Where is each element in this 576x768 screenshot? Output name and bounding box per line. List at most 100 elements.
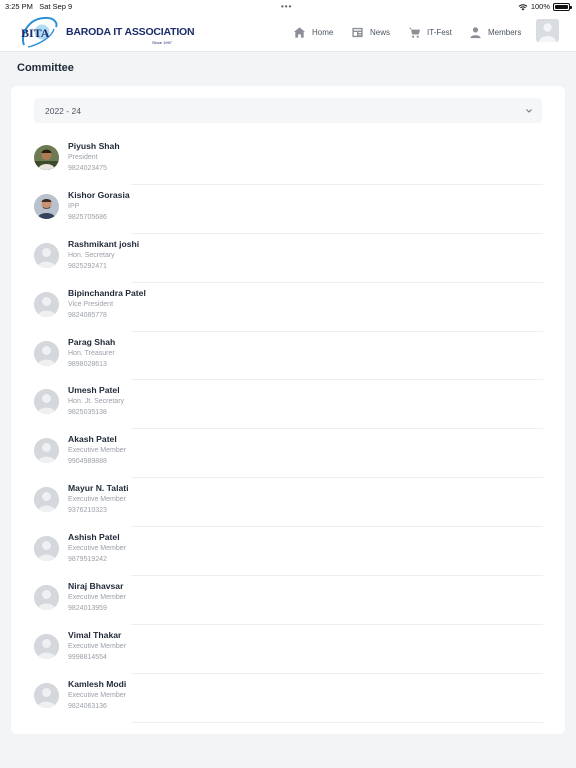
member-row[interactable]: Kamlesh Modi Executive Member 9824063136 bbox=[11, 674, 565, 723]
member-row[interactable]: Rashmikant joshi Hon. Secretary 98252924… bbox=[11, 234, 565, 283]
committee-list: Piyush Shah President 9824023475 Kishor … bbox=[11, 136, 565, 723]
member-name: Rashmikant joshi bbox=[68, 238, 140, 249]
bita-logo[interactable]: BITA BARODA IT ASSOCIATION Since 1997 bbox=[18, 15, 195, 49]
member-row[interactable]: Parag Shah Hon. Treasurer 9898028613 bbox=[11, 332, 565, 381]
year-select-value: 2022 - 24 bbox=[45, 106, 81, 116]
member-phone[interactable]: 9825705686 bbox=[68, 214, 107, 221]
nav-it-fest-label: IT-Fest bbox=[427, 27, 452, 37]
member-avatar bbox=[34, 438, 59, 464]
member-avatar bbox=[34, 242, 59, 268]
member-phone[interactable]: 9824013959 bbox=[68, 605, 107, 612]
member-name: Umesh Patel bbox=[68, 385, 120, 396]
user-placeholder-icon bbox=[34, 487, 59, 513]
user-placeholder-icon bbox=[34, 682, 59, 708]
member-phone[interactable]: 9376210323 bbox=[68, 507, 107, 514]
member-phone[interactable]: 9824023475 bbox=[68, 165, 107, 172]
member-role: Executive Member bbox=[68, 691, 126, 699]
member-row[interactable]: Niraj Bhavsar Executive Member 982401395… bbox=[11, 576, 565, 625]
member-name: Vimal Thakar bbox=[68, 629, 122, 640]
member-row[interactable]: Kishor Gorasia IPP 9825705686 bbox=[11, 185, 565, 234]
brand-name: BARODA IT ASSOCIATION bbox=[66, 26, 195, 38]
nav-home[interactable]: Home bbox=[293, 23, 333, 41]
member-role: Executive Member bbox=[68, 447, 126, 455]
member-row[interactable]: Akash Patel Executive Member 9904989888 bbox=[11, 429, 565, 479]
wifi-icon bbox=[518, 3, 528, 10]
user-placeholder-icon bbox=[34, 389, 59, 415]
profile-avatar[interactable] bbox=[536, 19, 559, 42]
member-avatar bbox=[34, 682, 59, 708]
member-name: Kamlesh Modi bbox=[68, 678, 127, 689]
member-avatar bbox=[34, 585, 59, 611]
member-photo-icon bbox=[34, 193, 59, 219]
member-avatar bbox=[34, 291, 59, 317]
multitasking-dots-icon[interactable]: ••• bbox=[281, 2, 292, 11]
member-role: Executive Member bbox=[68, 642, 126, 650]
nav-news-label: News bbox=[370, 27, 391, 37]
nav-members[interactable]: Members bbox=[469, 23, 521, 41]
member-name: Ashish Patel bbox=[68, 532, 120, 543]
member-role: Hon. Secretary bbox=[68, 251, 115, 259]
row-divider bbox=[131, 721, 543, 723]
user-placeholder-icon bbox=[34, 242, 59, 268]
member-phone[interactable]: 9879519242 bbox=[68, 556, 107, 563]
member-phone[interactable]: 9824085778 bbox=[68, 312, 107, 319]
logo-mark-icon: BITA bbox=[21, 16, 58, 48]
member-avatar bbox=[34, 633, 59, 659]
svg-text:BITA: BITA bbox=[21, 26, 50, 40]
user-placeholder-icon bbox=[34, 585, 59, 611]
member-name: Piyush Shah bbox=[68, 141, 120, 151]
member-row[interactable]: Umesh Patel Hon. Jt. Secretary 982503513… bbox=[11, 380, 565, 430]
status-time: 3:25 PM Sat Sep 9 bbox=[5, 2, 73, 11]
chevron-down-icon bbox=[526, 109, 532, 113]
member-phone[interactable]: 9824063136 bbox=[68, 703, 107, 710]
member-name: Bipinchandra Patel bbox=[68, 287, 146, 298]
member-role: Executive Member bbox=[68, 594, 126, 602]
member-row[interactable]: Mayur N. Talati Executive Member 9376210… bbox=[11, 478, 565, 528]
member-name: Niraj Bhavsar bbox=[68, 581, 124, 592]
member-phone[interactable]: 9904989888 bbox=[68, 458, 107, 465]
member-avatar bbox=[34, 389, 59, 415]
person-icon bbox=[470, 26, 481, 38]
member-phone[interactable]: 9825035138 bbox=[68, 409, 107, 416]
member-row[interactable]: Ashish Patel Executive Member 9879519242 bbox=[11, 527, 565, 577]
battery-icon bbox=[553, 2, 572, 11]
member-role: Executive Member bbox=[68, 545, 126, 553]
member-phone[interactable]: 9825292471 bbox=[68, 263, 107, 270]
status-right: 100% bbox=[518, 2, 572, 11]
member-name: Kishor Gorasia bbox=[68, 189, 130, 200]
member-avatar bbox=[34, 487, 59, 513]
user-avatar-icon bbox=[536, 19, 559, 42]
member-phone[interactable]: 9898028613 bbox=[68, 361, 107, 368]
home-icon bbox=[293, 26, 306, 38]
user-placeholder-icon bbox=[34, 633, 59, 659]
nav-home-label: Home bbox=[312, 27, 334, 37]
member-role: Vice President bbox=[68, 300, 114, 308]
user-placeholder-icon bbox=[34, 438, 59, 464]
member-avatar bbox=[34, 193, 59, 219]
member-name: Akash Patel bbox=[68, 434, 117, 445]
member-row[interactable]: Vimal Thakar Executive Member 9998814554 bbox=[11, 625, 565, 674]
nav-news[interactable]: News bbox=[351, 23, 390, 41]
page-title: Committee bbox=[17, 62, 74, 74]
year-select[interactable]: 2022 - 24 bbox=[34, 98, 542, 123]
user-placeholder-icon bbox=[34, 340, 59, 366]
member-role: IPP bbox=[68, 202, 80, 210]
member-avatar bbox=[34, 340, 59, 366]
nav-it-fest[interactable]: IT-Fest bbox=[408, 23, 452, 41]
member-phone[interactable]: 9998814554 bbox=[68, 654, 107, 661]
member-row[interactable]: Bipinchandra Patel Vice President 982408… bbox=[11, 283, 565, 332]
member-role: Hon. Jt. Secretary bbox=[68, 398, 125, 406]
news-icon bbox=[352, 27, 363, 37]
brand-since: Since 1997 bbox=[152, 40, 173, 45]
member-name: Parag Shah bbox=[68, 336, 116, 347]
member-avatar bbox=[34, 536, 59, 562]
cart-icon bbox=[408, 27, 421, 38]
member-photo-icon bbox=[34, 145, 59, 170]
user-placeholder-icon bbox=[34, 536, 59, 562]
member-row[interactable]: Piyush Shah President 9824023475 bbox=[11, 136, 565, 185]
member-avatar bbox=[34, 145, 59, 170]
status-bar: 3:25 PM Sat Sep 9 ••• 100% bbox=[0, 0, 576, 12]
member-role: President bbox=[68, 154, 98, 161]
member-role: Hon. Treasurer bbox=[68, 349, 115, 357]
user-placeholder-icon bbox=[34, 291, 59, 317]
